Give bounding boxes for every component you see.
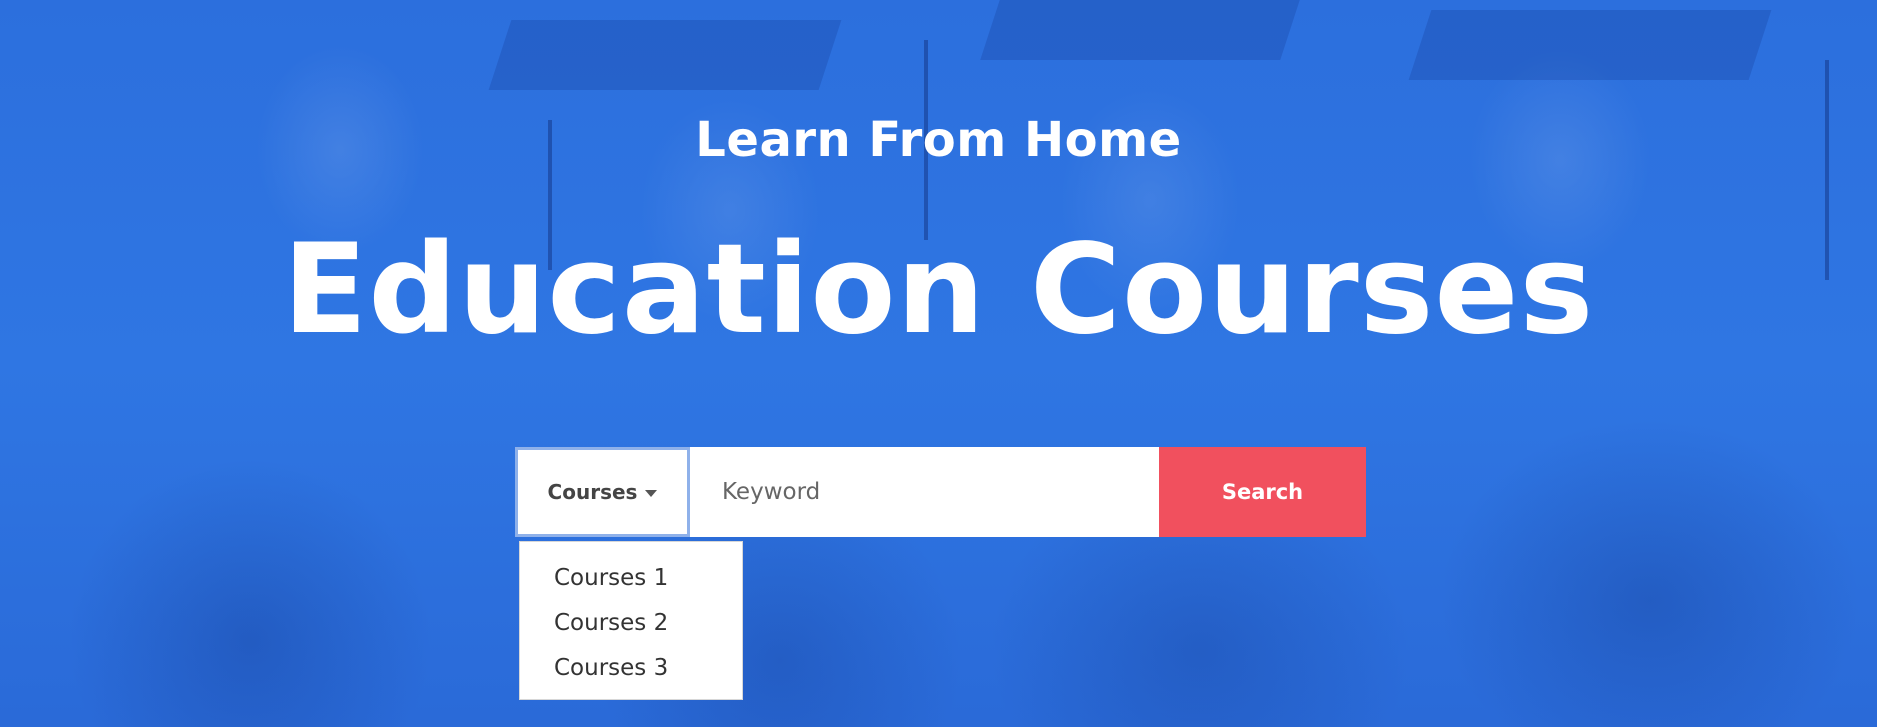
- search-bar: Courses Search: [515, 447, 1366, 537]
- hero-subtitle: Learn From Home: [695, 112, 1182, 168]
- keyword-search-input[interactable]: [690, 447, 1159, 537]
- dropdown-item-courses-2[interactable]: Courses 2: [520, 601, 742, 646]
- search-button[interactable]: Search: [1159, 447, 1366, 537]
- category-dropdown-menu: Courses 1 Courses 2 Courses 3: [519, 541, 743, 700]
- category-dropdown-label: Courses: [547, 480, 638, 504]
- dropdown-item-courses-3[interactable]: Courses 3: [520, 646, 742, 691]
- hero-section: Learn From Home Education Courses Course…: [0, 0, 1877, 727]
- category-dropdown-toggle[interactable]: Courses: [515, 447, 690, 537]
- hero-content: Learn From Home Education Courses Course…: [0, 0, 1877, 727]
- caret-down-icon: [645, 489, 658, 497]
- hero-title: Education Courses: [282, 218, 1595, 362]
- dropdown-item-courses-1[interactable]: Courses 1: [520, 556, 742, 601]
